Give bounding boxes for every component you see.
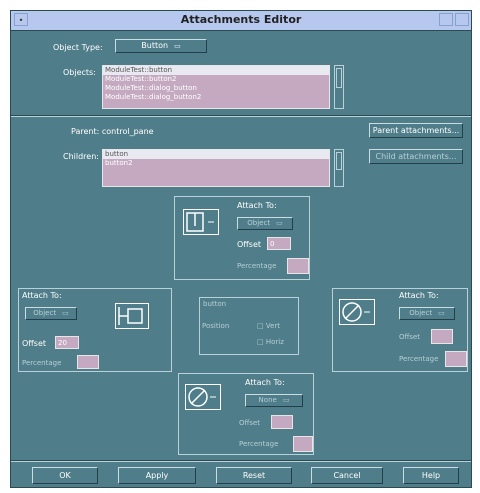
- objects-label: Objects:: [63, 68, 96, 77]
- reset-button[interactable]: Reset: [216, 467, 292, 484]
- scroll-thumb[interactable]: [336, 68, 342, 88]
- top-percentage-label: Percentage: [237, 262, 277, 270]
- bottom-attach-menu[interactable]: None: [245, 394, 303, 407]
- list-item[interactable]: button: [103, 150, 329, 159]
- top-attachment-panel: Attach To: Object Offset 0 Percentage: [174, 196, 310, 280]
- list-item[interactable]: button2: [103, 159, 329, 168]
- parent-label: Parent: control_pane: [71, 127, 154, 136]
- top-attach-icon: [186, 212, 214, 232]
- left-offset-field[interactable]: 20: [55, 336, 79, 349]
- title-bar: • Attachments Editor: [11, 11, 471, 31]
- center-object-label: button: [203, 300, 227, 308]
- objects-list[interactable]: ModuleTest::button ModuleTest::button2 M…: [102, 65, 330, 109]
- right-offset-field[interactable]: [431, 329, 453, 344]
- left-offset-label: Offset: [22, 339, 47, 348]
- left-percentage-label: Percentage: [22, 359, 62, 367]
- attachments-editor-window: • Attachments Editor Object Type: Button…: [10, 10, 472, 488]
- maximize-button[interactable]: [455, 13, 469, 26]
- cancel-button[interactable]: Cancel: [311, 467, 383, 484]
- window-title: Attachments Editor: [180, 13, 302, 26]
- left-attach-icon-button[interactable]: [115, 303, 149, 329]
- bottom-percentage-field[interactable]: [293, 436, 313, 452]
- list-item[interactable]: ModuleTest::dialog_button2: [103, 93, 329, 102]
- right-attach-to-label: Attach To:: [399, 291, 439, 300]
- left-percentage-field[interactable]: [77, 355, 99, 369]
- list-item[interactable]: ModuleTest::dialog_button: [103, 84, 329, 93]
- bottom-none-icon: [188, 387, 216, 407]
- children-list[interactable]: button button2: [102, 149, 330, 187]
- right-offset-label: Offset: [399, 333, 421, 341]
- bottom-offset-label: Offset: [239, 419, 261, 427]
- bottom-attachment-panel: Attach To: None Offset Percentage: [178, 373, 314, 455]
- bottom-offset-field[interactable]: [271, 415, 293, 429]
- children-scrollbar[interactable]: [334, 149, 344, 187]
- center-panel: button Position □ Vert □ Horiz: [199, 297, 299, 355]
- top-attach-menu[interactable]: Object: [237, 217, 293, 230]
- parent-value: control_pane: [101, 127, 154, 136]
- right-percentage-label: Percentage: [399, 355, 439, 363]
- bottom-percentage-label: Percentage: [239, 440, 279, 448]
- help-button[interactable]: Help: [403, 467, 459, 484]
- left-attach-menu[interactable]: Object: [25, 307, 77, 320]
- center-vert-toggle[interactable]: □ Vert: [257, 322, 280, 330]
- bottom-attach-icon-button[interactable]: [185, 384, 221, 410]
- objects-scrollbar[interactable]: [334, 65, 344, 109]
- list-item[interactable]: ModuleTest::button: [103, 66, 329, 75]
- left-attachment-panel: Attach To: Object Offset 20 Percentage: [18, 288, 172, 372]
- child-attachments-button[interactable]: Child attachments...: [369, 149, 463, 164]
- left-attach-icon: [118, 307, 143, 325]
- center-horiz-toggle[interactable]: □ Horiz: [257, 338, 284, 346]
- object-type-value: Button: [141, 41, 169, 50]
- top-offset-label: Offset: [237, 240, 262, 249]
- parent-attachments-button[interactable]: Parent attachments...: [369, 123, 463, 138]
- ok-button[interactable]: OK: [32, 467, 98, 484]
- top-attach-icon-button[interactable]: [183, 209, 219, 235]
- apply-button[interactable]: Apply: [118, 467, 196, 484]
- right-attach-icon-button[interactable]: [339, 299, 375, 325]
- object-type-label: Object Type:: [53, 43, 103, 52]
- separator: [11, 115, 471, 117]
- object-type-menu[interactable]: Button: [115, 39, 207, 53]
- right-percentage-field[interactable]: [445, 351, 467, 367]
- left-attach-to-label: Attach To:: [22, 291, 62, 300]
- bottom-attach-to-label: Attach To:: [245, 378, 285, 387]
- right-attachment-panel: Attach To: Object Offset Percentage: [332, 288, 468, 372]
- children-label: Children:: [63, 152, 99, 161]
- separator: [11, 460, 471, 462]
- minimize-button[interactable]: [439, 13, 453, 26]
- top-attach-to-label: Attach To:: [237, 201, 277, 210]
- center-position-label: Position: [202, 322, 230, 330]
- list-item[interactable]: ModuleTest::button2: [103, 75, 329, 84]
- right-none-icon: [342, 302, 370, 322]
- right-attach-menu[interactable]: Object: [399, 307, 455, 320]
- top-offset-field[interactable]: 0: [267, 237, 291, 250]
- top-percentage-field[interactable]: [287, 258, 309, 274]
- scroll-thumb[interactable]: [336, 152, 342, 170]
